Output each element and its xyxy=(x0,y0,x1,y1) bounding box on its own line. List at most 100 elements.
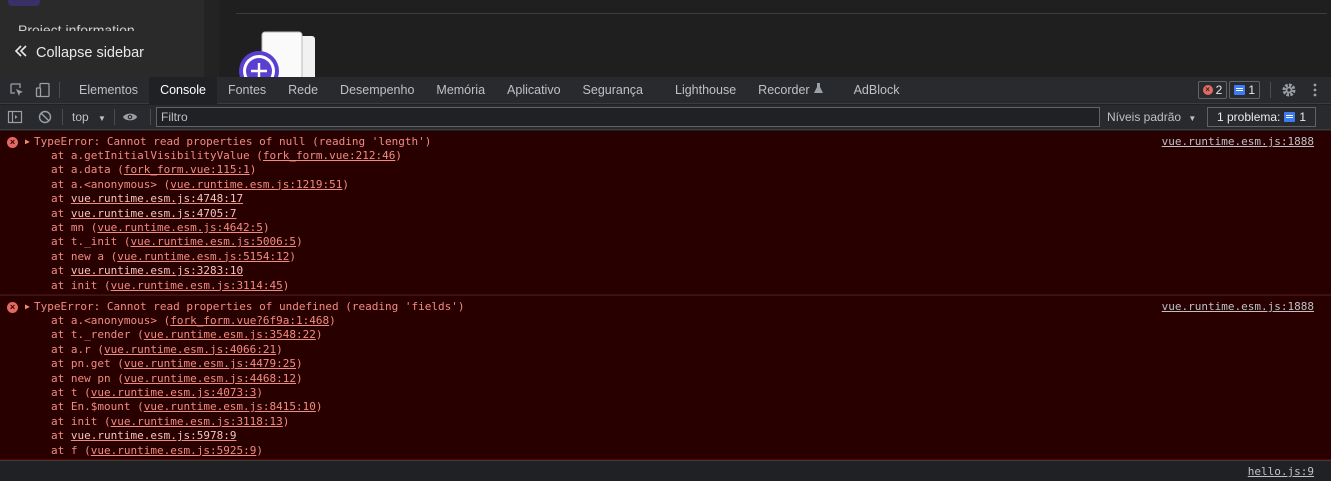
stack-frame: at a.data (fork_form.vue:115:1) xyxy=(51,163,402,177)
kebab-menu-icon[interactable] xyxy=(1307,82,1323,98)
message-icon xyxy=(1284,112,1296,122)
tab-aplicativo[interactable]: Aplicativo xyxy=(496,77,572,104)
stack-frame-link[interactable]: vue.runtime.esm.js:8415:10 xyxy=(144,400,316,413)
tab-memoria[interactable]: Memória xyxy=(425,77,496,104)
toolbar-divider xyxy=(150,109,151,125)
tab-seguranca[interactable]: Segurança xyxy=(572,77,654,104)
stack-frame-link[interactable]: vue.runtime.esm.js:3283:10 xyxy=(71,264,243,277)
stack-frame-link[interactable]: vue.runtime.esm.js:5978:9 xyxy=(71,429,237,442)
error-icon: × xyxy=(7,302,18,313)
tab-label: Fontes xyxy=(227,83,267,97)
stack-frame-text: ) xyxy=(296,371,303,385)
collapse-sidebar-button[interactable]: Collapse sidebar xyxy=(14,41,144,65)
stack-frame-link[interactable]: vue.runtime.esm.js:1219:51 xyxy=(170,178,342,191)
stack-frame-link[interactable]: vue.runtime.esm.js:4066:21 xyxy=(104,343,276,356)
new-document-icon[interactable] xyxy=(236,30,320,77)
toolbar-divider xyxy=(1270,82,1271,98)
issues-button[interactable]: 1 problema: 1 xyxy=(1207,107,1317,127)
stack-frame-text: at a.r ( xyxy=(51,342,104,356)
stack-frame-link[interactable]: vue.runtime.esm.js:4479:25 xyxy=(124,357,296,370)
error-text: TypeError: Cannot read properties of nul… xyxy=(34,135,432,148)
sidebar-item-project-information[interactable]: Project information xyxy=(18,18,135,31)
gear-icon[interactable] xyxy=(1281,82,1297,98)
stack-frame: at pn.get (vue.runtime.esm.js:4479:25) xyxy=(51,357,336,371)
tab-console[interactable]: Console xyxy=(149,76,217,104)
log-levels-dropdown[interactable]: Níveis padrão ▼ xyxy=(1107,110,1196,124)
stack-frame-text: at a.<anonymous> ( xyxy=(51,314,171,327)
collapse-sidebar-label: Collapse sidebar xyxy=(36,45,145,61)
tab-desempenho[interactable]: Desempenho xyxy=(329,77,425,104)
dropdown-arrow-icon: ▼ xyxy=(98,114,106,123)
status-area: × 2 1 xyxy=(1197,81,1331,99)
stack-trace: at a.<anonymous> (fork_form.vue?6f9a:1:4… xyxy=(51,314,336,458)
clear-console-icon[interactable] xyxy=(37,109,53,125)
console-log-row: hello.js:9 xyxy=(0,460,1331,481)
stack-frame-link[interactable]: vue.runtime.esm.js:4468:12 xyxy=(124,372,296,385)
stack-frame-text: ) xyxy=(289,249,297,263)
stack-frame-text: at a.<anonymous> ( xyxy=(51,177,171,191)
stack-frame-link[interactable]: fork_form.vue?6f9a:1:468 xyxy=(170,314,329,327)
device-toggle-icon[interactable] xyxy=(35,82,51,98)
message-count-badge[interactable]: 1 xyxy=(1229,81,1260,99)
inspect-element-icon[interactable] xyxy=(9,82,25,98)
expand-triangle-icon[interactable]: ▶ xyxy=(25,137,30,146)
tab-label: Recorder xyxy=(758,83,810,97)
filter-input[interactable] xyxy=(156,107,1100,127)
context-selector[interactable]: top ▼ xyxy=(72,110,106,124)
stack-frame-text: ) xyxy=(296,235,303,249)
stack-frame-link[interactable]: vue.runtime.esm.js:4642:5 xyxy=(97,221,263,234)
error-count-badge[interactable]: × 2 xyxy=(1197,81,1228,99)
stack-frame-text: ) xyxy=(342,177,350,191)
stack-frame-text: at new pn ( xyxy=(51,371,124,385)
stack-frame-text: at xyxy=(51,206,71,220)
tab-rede[interactable]: Rede xyxy=(277,77,329,104)
stack-frame-text: at t._render ( xyxy=(51,328,144,342)
error-icon: × xyxy=(7,137,18,148)
console-sidebar-icon[interactable] xyxy=(7,109,23,125)
tab-label: AdBlock xyxy=(853,83,900,97)
stack-frame-link[interactable]: vue.runtime.esm.js:4073:3 xyxy=(91,386,257,399)
console-error-message: × ▶ TypeError: Cannot read properties of… xyxy=(0,131,1331,295)
tab-elementos[interactable]: Elementos xyxy=(68,77,149,104)
stack-frame: at init (vue.runtime.esm.js:3118:13) xyxy=(51,415,336,429)
tab-label: Desempenho xyxy=(340,83,415,97)
stack-frame: at a.<anonymous> (fork_form.vue?6f9a:1:4… xyxy=(51,314,336,328)
tab-fontes[interactable]: Fontes xyxy=(217,77,277,104)
sidebar-scrollbar[interactable] xyxy=(204,0,219,77)
stack-frame-link[interactable]: vue.runtime.esm.js:4748:17 xyxy=(71,192,243,205)
source-link[interactable]: hello.js:9 xyxy=(1248,465,1314,478)
error-icon: × xyxy=(1202,85,1213,95)
dropdown-arrow-icon: ▼ xyxy=(1188,114,1197,123)
stack-frame-text: ) xyxy=(315,400,323,414)
stack-frame-link[interactable]: vue.runtime.esm.js:5006:5 xyxy=(130,235,296,248)
stack-frame-link[interactable]: vue.runtime.esm.js:4705:7 xyxy=(71,207,237,220)
stack-frame-link[interactable]: vue.runtime.esm.js:3548:22 xyxy=(144,328,316,341)
issues-count: 1 xyxy=(1299,110,1307,124)
stack-frame: at vue.runtime.esm.js:4748:17 xyxy=(51,192,402,206)
stack-frame-text: ) xyxy=(249,163,257,177)
message-icon xyxy=(1234,85,1246,95)
stack-frame: at vue.runtime.esm.js:5978:9 xyxy=(51,429,336,443)
tab-adblock[interactable]: AdBlock xyxy=(834,77,911,104)
app-area: Project information Collapse sidebar xyxy=(0,0,1331,77)
stack-frame-link[interactable]: vue.runtime.esm.js:3114:45 xyxy=(111,279,283,292)
eye-icon[interactable] xyxy=(122,109,138,125)
tab-label: Rede xyxy=(288,83,319,97)
stack-frame-link[interactable]: fork_form.vue:212:46 xyxy=(263,149,395,162)
tab-recorder[interactable]: Recorder xyxy=(747,77,833,104)
divider xyxy=(236,13,1327,14)
stack-frame-text: ) xyxy=(329,314,336,327)
source-link[interactable]: vue.runtime.esm.js:1888 xyxy=(1162,135,1314,149)
source-link[interactable]: vue.runtime.esm.js:1888 xyxy=(1162,300,1314,314)
toolbar-divider xyxy=(59,82,60,98)
tab-label: Console xyxy=(160,83,206,97)
stack-frame-link[interactable]: fork_form.vue:115:1 xyxy=(124,163,250,176)
stack-frame: at t._render (vue.runtime.esm.js:3548:22… xyxy=(51,328,336,342)
stack-frame-text: ) xyxy=(276,342,283,356)
stack-frame-text: at xyxy=(51,429,71,443)
stack-frame-link[interactable]: vue.runtime.esm.js:3118:13 xyxy=(111,415,283,428)
tab-lighthouse[interactable]: Lighthouse xyxy=(654,77,747,104)
expand-triangle-icon[interactable]: ▶ xyxy=(25,302,30,311)
stack-frame-link[interactable]: vue.runtime.esm.js:5925:9 xyxy=(91,444,257,457)
stack-frame-link[interactable]: vue.runtime.esm.js:5154:12 xyxy=(117,250,289,263)
